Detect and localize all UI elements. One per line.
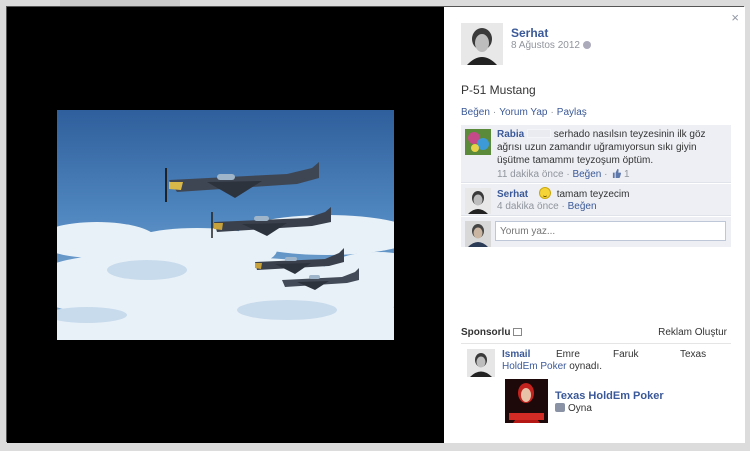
share-link[interactable]: Paylaş bbox=[557, 107, 587, 118]
game-thumbnail[interactable] bbox=[505, 379, 548, 423]
photo-stage[interactable] bbox=[7, 7, 444, 443]
separator: · bbox=[550, 107, 554, 118]
comment-link[interactable]: Yorum Yap bbox=[499, 107, 547, 118]
redacted-surname bbox=[527, 129, 552, 138]
globe-icon bbox=[582, 41, 591, 49]
like-link[interactable]: Beğen bbox=[461, 107, 490, 118]
played-text: HoldEm Poker oynadı. bbox=[502, 361, 602, 372]
like-count[interactable]: 1 bbox=[624, 169, 630, 180]
photo bbox=[57, 110, 394, 340]
separator: · bbox=[566, 169, 570, 180]
separator: · bbox=[561, 201, 565, 212]
played-suffix: oynadı. bbox=[569, 361, 603, 372]
info-panel: × Serhat 8 Ağustos 2012 P-51 Mustang Beğ… bbox=[444, 7, 745, 443]
owner-avatar[interactable] bbox=[461, 23, 503, 65]
game-controller-icon bbox=[555, 403, 565, 412]
commenter-avatar[interactable] bbox=[465, 129, 491, 155]
separator: · bbox=[604, 169, 608, 180]
comment-like-link[interactable]: Beğen bbox=[568, 201, 597, 212]
played-game-link[interactable]: HoldEm Poker bbox=[502, 361, 566, 372]
commenter-avatar[interactable] bbox=[465, 188, 491, 214]
game-title[interactable]: Texas HoldEm Poker bbox=[555, 390, 664, 402]
create-ad-link[interactable]: Reklam Oluştur bbox=[658, 327, 727, 338]
post-actions: Beğen · Yorum Yap · Paylaş bbox=[461, 107, 587, 118]
viewer-avatar bbox=[465, 221, 491, 247]
comment-item: Rabia serhado nasılsın teyzesinin ilk gö… bbox=[461, 125, 731, 183]
comment-author[interactable]: Serhat bbox=[497, 189, 528, 200]
smiley-icon bbox=[538, 187, 551, 199]
comment-author[interactable]: Rabia bbox=[497, 129, 524, 140]
friend-name[interactable]: Ismail bbox=[502, 349, 530, 360]
sponsored-header: Sponsorlu bbox=[461, 327, 523, 338]
comment-meta: 4 dakika önce · Beğen bbox=[497, 201, 597, 212]
comment-time[interactable]: 11 dakika önce bbox=[497, 169, 564, 180]
divider bbox=[461, 343, 731, 344]
comment-input[interactable] bbox=[495, 221, 726, 241]
play-label[interactable]: Oyna bbox=[568, 403, 592, 414]
photo-caption: P-51 Mustang bbox=[461, 83, 536, 97]
comment-body: Serhat tamam teyzecim bbox=[497, 187, 725, 201]
comment-item: Serhat tamam teyzecim 4 dakika önce · Be… bbox=[461, 184, 731, 216]
reply-box bbox=[461, 217, 731, 247]
sponsored-title: Sponsorlu bbox=[461, 327, 511, 338]
sponsor-avatar[interactable] bbox=[467, 349, 495, 377]
owner-name[interactable]: Serhat bbox=[511, 26, 548, 40]
thumbs-up-icon bbox=[613, 169, 622, 178]
comment-like-link[interactable]: Beğen bbox=[572, 169, 601, 180]
close-icon[interactable]: × bbox=[731, 10, 739, 25]
post-date: 8 Ağustos 2012 bbox=[511, 40, 591, 51]
comment-time[interactable]: 4 dakika önce bbox=[497, 201, 559, 212]
comment-text: tamam teyzecim bbox=[556, 189, 630, 200]
comment-meta: 11 dakika önce · Beğen · 1 bbox=[497, 169, 630, 180]
friend-name[interactable]: Texas bbox=[680, 349, 706, 360]
friend-name[interactable]: Faruk bbox=[613, 349, 639, 360]
separator: · bbox=[492, 107, 497, 118]
photo-viewer: × Serhat 8 Ağustos 2012 P-51 Mustang Beğ… bbox=[6, 6, 745, 443]
friend-name[interactable]: Emre bbox=[556, 349, 580, 360]
ad-icon bbox=[513, 328, 523, 336]
game-play[interactable]: Oyna bbox=[555, 403, 592, 414]
comment-body: Rabia serhado nasılsın teyzesinin ilk gö… bbox=[497, 128, 725, 167]
post-date-text[interactable]: 8 Ağustos 2012 bbox=[511, 40, 580, 51]
